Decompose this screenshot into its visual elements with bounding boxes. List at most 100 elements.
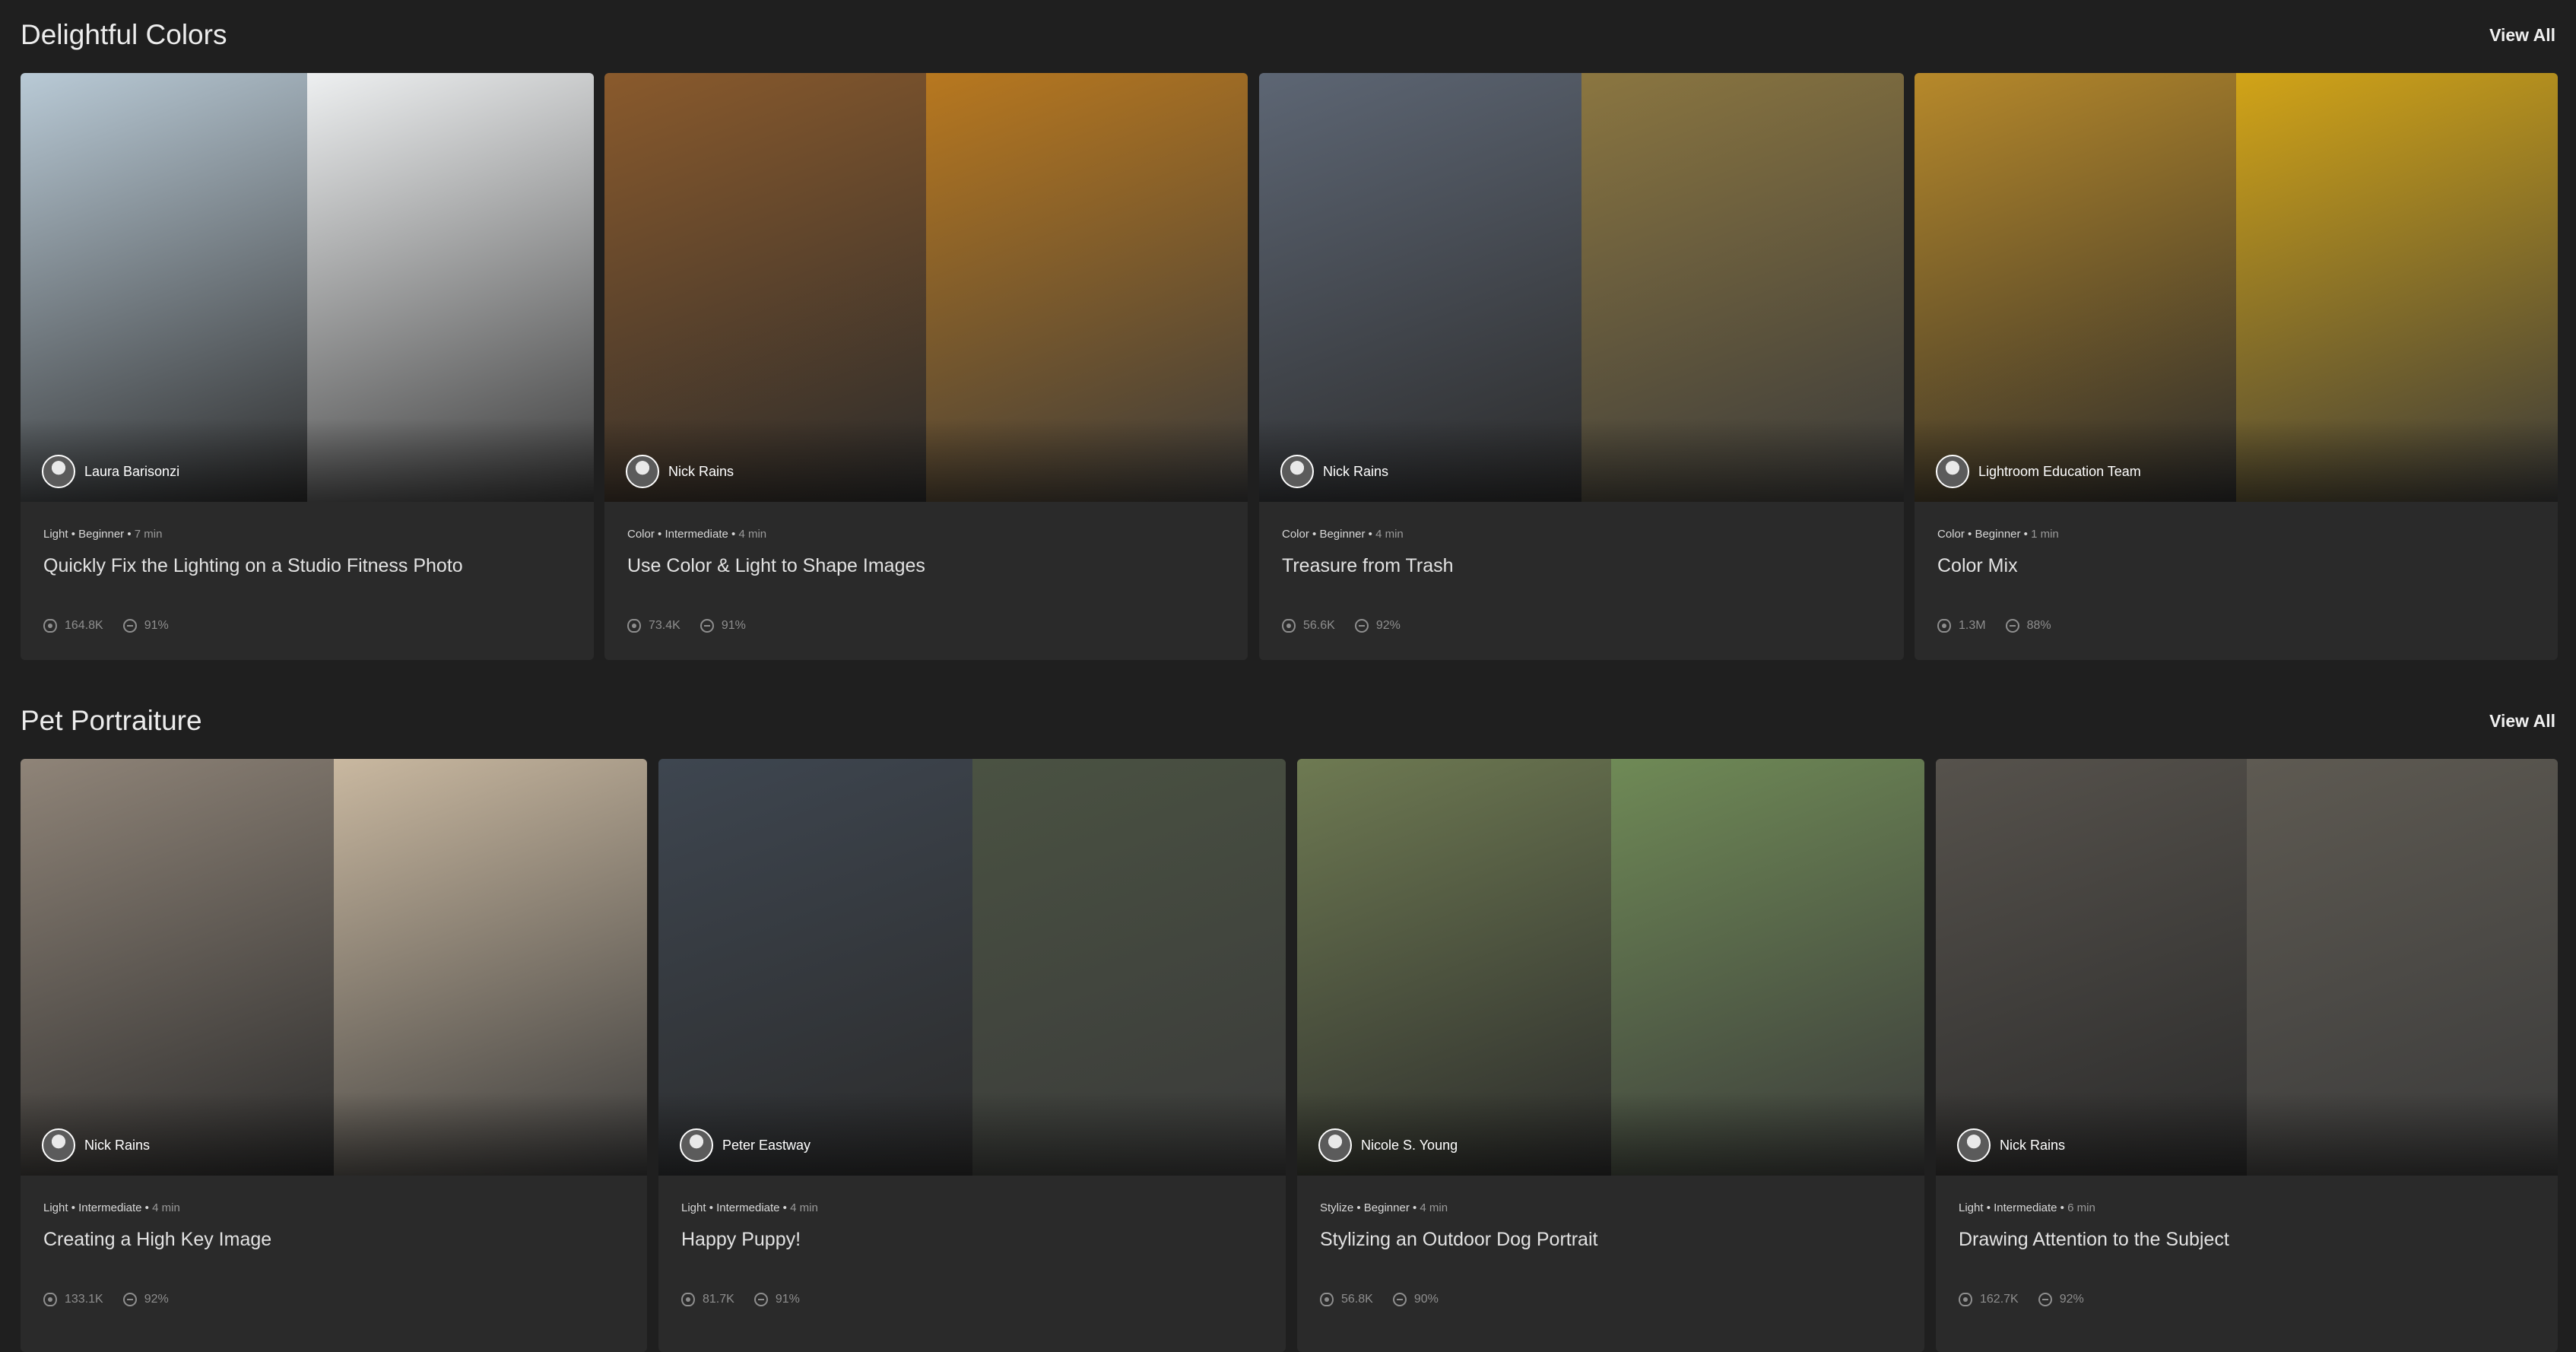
author-badge: Nick Rains <box>1280 455 1388 488</box>
avatar <box>1957 1128 1991 1162</box>
tutorial-card[interactable]: Lightroom Education Team Color • Beginner… <box>1915 73 2558 660</box>
meta-separator: • <box>2020 528 2032 541</box>
card-stats: 81.7K 91% <box>681 1293 820 1306</box>
meta-separator: • <box>706 1201 717 1214</box>
meta-separator: • <box>141 1201 153 1214</box>
meta-separator: • <box>68 528 79 541</box>
section-pet-portraiture: Pet Portraiture View All Nick Rains Light… <box>0 698 2576 1352</box>
views-eye-icon <box>1320 1293 1334 1306</box>
author-badge: Nick Rains <box>626 455 734 488</box>
view-all-link[interactable]: View All <box>2489 12 2555 58</box>
level-label: Intermediate <box>716 1201 780 1214</box>
meta-separator: • <box>728 528 739 541</box>
views-eye-icon <box>681 1293 695 1306</box>
card-meta: Color • Beginner • 4 min <box>1282 528 1404 541</box>
card-title: Happy Puppy! <box>681 1229 801 1250</box>
tutorial-card[interactable]: Nick Rains Color • Beginner • 4 min Treasu… <box>1259 73 1904 660</box>
card-title: Treasure from Trash <box>1282 555 1454 576</box>
author-name: Peter Eastway <box>722 1137 811 1153</box>
thumbnail-before-after: Nicole S. Young <box>1297 759 1924 1176</box>
views-count: 73.4K <box>649 619 680 632</box>
duration-label: 6 min <box>2067 1201 2095 1214</box>
author-badge: Peter Eastway <box>680 1128 811 1162</box>
thumbnail-before-after: Nick Rains <box>604 73 1248 502</box>
category-label: Stylize <box>1320 1201 1354 1214</box>
views-count: 1.3M <box>1959 619 1986 632</box>
view-all-link[interactable]: View All <box>2489 698 2555 744</box>
views-count: 81.7K <box>703 1293 734 1306</box>
rating-icon <box>753 1293 768 1306</box>
author-badge: Laura Barisonzi <box>42 455 179 488</box>
thumbnail-before-after: Laura Barisonzi <box>21 73 594 502</box>
author-badge: Lightroom Education Team <box>1936 455 2141 488</box>
section-title: Pet Portraiture <box>21 705 202 736</box>
card-meta: Light • Intermediate • 4 min <box>43 1201 180 1214</box>
card-title: Quickly Fix the Lighting on a Studio Fit… <box>43 555 463 576</box>
duration-label: 4 min <box>1420 1201 1448 1214</box>
author-name: Nick Rains <box>2000 1137 2066 1153</box>
card-title: Drawing Attention to the Subject <box>1959 1229 2229 1250</box>
card-title: Creating a High Key Image <box>43 1229 272 1250</box>
meta-separator: • <box>1964 528 1975 541</box>
card-stats: 56.8K 90% <box>1320 1293 1458 1306</box>
avatar <box>680 1128 713 1162</box>
thumbnail-before-after: Nick Rains <box>21 759 647 1176</box>
card-title: Color Mix <box>1937 555 2018 576</box>
section-header: Pet Portraiture View All <box>21 698 2555 744</box>
rating-value: 91% <box>775 1293 800 1306</box>
duration-label: 4 min <box>790 1201 818 1214</box>
card-title: Use Color & Light to Shape Images <box>627 555 925 576</box>
rating-icon <box>122 1293 137 1306</box>
card-meta: Light • Intermediate • 6 min <box>1959 1201 2095 1214</box>
category-label: Color <box>627 528 655 541</box>
views-count: 164.8K <box>65 619 103 632</box>
thumbnail-before-after: Nick Rains <box>1259 73 1904 502</box>
card-stats: 73.4K 91% <box>627 619 766 633</box>
duration-label: 4 min <box>1375 528 1404 541</box>
duration-label: 4 min <box>738 528 767 541</box>
author-badge: Nick Rains <box>42 1128 150 1162</box>
author-name: Laura Barisonzi <box>84 463 180 479</box>
category-label: Color <box>1937 528 1965 541</box>
tutorial-card[interactable]: Nick Rains Light • Intermediate • 6 min Dr… <box>1936 759 2558 1352</box>
rating-icon <box>700 619 714 633</box>
author-badge: Nick Rains <box>1957 1128 2065 1162</box>
level-label: Intermediate <box>1994 1201 2057 1214</box>
tutorial-card[interactable]: Peter Eastway Light • Intermediate • 4 mi… <box>658 759 1286 1352</box>
views-eye-icon <box>43 619 57 633</box>
rating-value: 91% <box>144 619 169 632</box>
meta-separator: • <box>1409 1201 1420 1214</box>
views-eye-icon <box>1959 1293 1972 1306</box>
avatar <box>626 455 659 488</box>
meta-separator: • <box>1983 1201 1994 1214</box>
tutorial-card[interactable]: Laura Barisonzi Light • Beginner • 7 min Q… <box>21 73 594 660</box>
category-label: Light <box>1959 1201 1984 1214</box>
tutorial-card[interactable]: Nick Rains Light • Intermediate • 4 min Cr… <box>21 759 647 1352</box>
views-count: 162.7K <box>1980 1293 2019 1306</box>
meta-separator: • <box>68 1201 79 1214</box>
category-label: Light <box>43 1201 68 1214</box>
level-label: Beginner <box>78 528 125 541</box>
duration-label: 4 min <box>152 1201 180 1214</box>
author-name: Lightroom Education Team <box>1978 463 2141 479</box>
card-meta: Color • Intermediate • 4 min <box>627 528 766 541</box>
author-badge: Nicole S. Young <box>1318 1128 1458 1162</box>
duration-label: 7 min <box>134 528 163 541</box>
tutorial-card[interactable]: Nicole S. Young Stylize • Beginner • 4 mi… <box>1297 759 1924 1352</box>
level-label: Intermediate <box>665 528 728 541</box>
meta-separator: • <box>1353 1201 1364 1214</box>
meta-separator: • <box>654 528 665 541</box>
level-label: Intermediate <box>78 1201 142 1214</box>
views-count: 56.8K <box>1341 1293 1373 1306</box>
views-eye-icon <box>627 619 641 633</box>
tutorial-card[interactable]: Nick Rains Color • Intermediate • 4 min Us… <box>604 73 1248 660</box>
card-stats: 133.1K 92% <box>43 1293 189 1306</box>
thumbnail-before-after: Nick Rains <box>1936 759 2558 1176</box>
views-count: 56.6K <box>1303 619 1335 632</box>
author-name: Nicole S. Young <box>1361 1137 1458 1153</box>
card-title: Stylizing an Outdoor Dog Portrait <box>1320 1229 1598 1250</box>
duration-label: 1 min <box>2031 528 2059 541</box>
rating-icon <box>2005 619 2019 633</box>
avatar <box>42 455 75 488</box>
author-name: Nick Rains <box>84 1137 151 1153</box>
